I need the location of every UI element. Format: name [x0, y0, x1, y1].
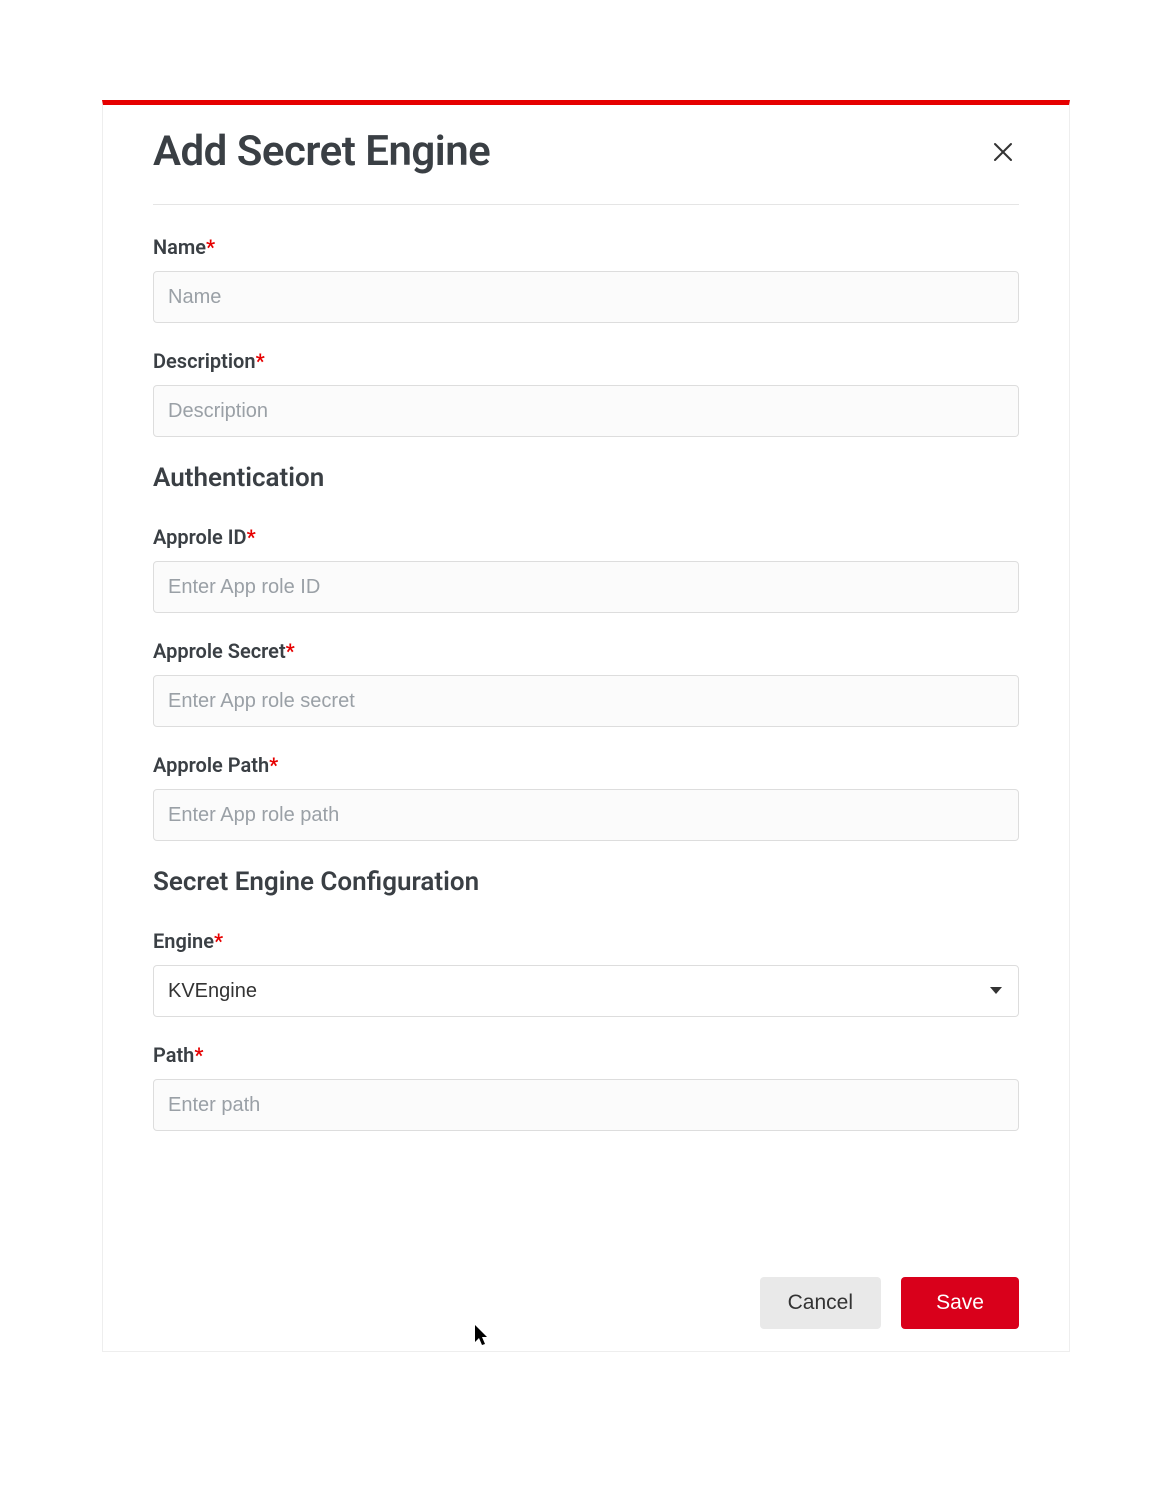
approle-id-label-text: Approle ID — [153, 525, 247, 549]
cancel-button[interactable]: Cancel — [760, 1277, 881, 1329]
header-divider — [153, 204, 1019, 205]
approle-secret-form-group: Approle Secret* — [153, 639, 1019, 727]
required-mark: * — [206, 235, 215, 259]
path-form-group: Path* — [153, 1043, 1019, 1131]
approle-id-input[interactable] — [153, 561, 1019, 613]
required-mark: * — [247, 525, 256, 549]
required-mark: * — [194, 1043, 203, 1067]
description-label: Description* — [153, 349, 1019, 373]
approle-id-label: Approle ID* — [153, 525, 1019, 549]
close-button[interactable] — [987, 136, 1019, 168]
engine-form-group: Engine* KVEngine — [153, 929, 1019, 1017]
description-input[interactable] — [153, 385, 1019, 437]
engine-select-wrapper: KVEngine — [153, 965, 1019, 1017]
close-icon — [991, 140, 1015, 164]
required-mark: * — [256, 349, 265, 373]
authentication-heading: Authentication — [153, 463, 1019, 493]
modal-body: Name* Description* Authentication Approl… — [103, 235, 1069, 1255]
engine-label: Engine* — [153, 929, 1019, 953]
approle-path-label: Approle Path* — [153, 753, 1019, 777]
description-form-group: Description* — [153, 349, 1019, 437]
approle-secret-label-text: Approle Secret — [153, 639, 286, 663]
required-mark: * — [214, 929, 223, 953]
modal-title: Add Secret Engine — [153, 127, 490, 176]
required-mark: * — [286, 639, 295, 663]
path-label: Path* — [153, 1043, 1019, 1067]
path-input[interactable] — [153, 1079, 1019, 1131]
path-label-text: Path — [153, 1043, 194, 1067]
name-label-text: Name — [153, 235, 206, 259]
secret-engine-config-heading: Secret Engine Configuration — [153, 867, 1019, 897]
modal-header: Add Secret Engine — [103, 105, 1069, 204]
save-button[interactable]: Save — [901, 1277, 1019, 1329]
approle-path-input[interactable] — [153, 789, 1019, 841]
modal-footer: Cancel Save — [103, 1255, 1069, 1351]
name-form-group: Name* — [153, 235, 1019, 323]
approle-secret-label: Approle Secret* — [153, 639, 1019, 663]
add-secret-engine-modal: Add Secret Engine Name* Description* — [102, 100, 1070, 1352]
approle-path-label-text: Approle Path — [153, 753, 269, 777]
required-mark: * — [269, 753, 278, 777]
description-label-text: Description — [153, 349, 256, 373]
engine-label-text: Engine — [153, 929, 214, 953]
engine-select[interactable]: KVEngine — [153, 965, 1019, 1017]
name-label: Name* — [153, 235, 1019, 259]
approle-path-form-group: Approle Path* — [153, 753, 1019, 841]
approle-secret-input[interactable] — [153, 675, 1019, 727]
name-input[interactable] — [153, 271, 1019, 323]
approle-id-form-group: Approle ID* — [153, 525, 1019, 613]
